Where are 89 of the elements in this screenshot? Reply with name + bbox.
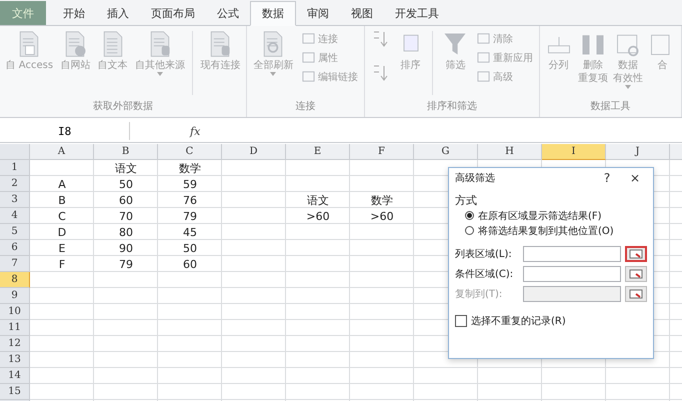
row-header[interactable]: 2 [0,176,30,192]
row-header[interactable]: 1 [0,160,30,176]
row-header[interactable]: 15 [0,384,30,400]
table-cell-text: E [58,240,66,256]
ribbon-tab[interactable]: 视图 [340,1,384,25]
range-select-button[interactable] [625,266,647,282]
range-field[interactable] [523,246,621,262]
table-cell-text: C [57,208,67,224]
table-cell-text: B [57,192,67,208]
radio-label: 在原有区域显示筛选结果(F) [478,210,602,222]
column-header[interactable]: G [414,144,478,160]
range-field[interactable] [523,266,621,282]
group-label: 排序和筛选 [426,100,478,114]
small-tool-icon [302,51,315,64]
checkbox-label: 选择不重复的记录(R) [471,314,566,328]
table-cell-text: 79 [182,208,198,224]
table-cell-text: >60 [305,208,331,224]
table-cell-text: 50 [118,176,134,192]
column-header[interactable]: C [158,144,222,160]
range-picker-icon [629,269,643,279]
row-header[interactable]: 12 [0,336,30,352]
name-box[interactable]: I8 [0,122,130,140]
table-cell-text: 76 [182,192,198,208]
function-label[interactable]: fx [190,124,200,138]
table-cell-text: 59 [182,176,198,192]
row-header[interactable]: 8 [0,272,30,288]
radio-button[interactable] [465,211,474,220]
table-cell-text: 50 [182,240,198,256]
column-header[interactable]: D [222,144,286,160]
range-picker-icon [629,289,643,299]
field-label: 复制到(T): [455,288,504,301]
close-button[interactable]: × [623,171,647,185]
table-cell-text: 80 [118,224,134,240]
row-header[interactable]: 5 [0,224,30,240]
table-cell-text: 60 [182,256,198,272]
column-header[interactable]: J [606,144,670,160]
range-select-button[interactable] [625,246,647,262]
column-header[interactable]: H [478,144,542,160]
help-button[interactable]: ? [595,171,619,185]
column-header[interactable]: B [94,144,158,160]
group-label: 获取外部数据 [92,100,154,114]
table-cell-text: >60 [369,208,395,224]
ribbon-tab[interactable]: 数据 [250,1,296,26]
section-label: 方式 [455,193,478,208]
radio-button[interactable] [465,226,474,235]
table-cell-text: F [58,256,66,272]
table-cell-text: 90 [118,240,134,256]
row-header[interactable]: 13 [0,352,30,368]
table-cell-text: 语文 [306,192,330,208]
column-header[interactable]: F [350,144,414,160]
column-header[interactable]: E [286,144,350,160]
group-label: 连接 [294,100,316,114]
small-tool-icon [302,70,315,83]
column-header[interactable]: I [542,144,606,160]
table-cell-text: A [57,176,67,192]
ribbon-tab[interactable]: 审阅 [296,1,340,25]
dialog-title: 高级筛选 [455,172,496,185]
field-label: 列表区域(L): [455,248,513,261]
table-cell-text: D [56,224,68,240]
small-tool-icon [477,70,490,83]
checkbox[interactable] [455,315,467,327]
table-cell-text: 45 [182,224,198,240]
row-header[interactable]: 10 [0,304,30,320]
row-header[interactable]: 6 [0,240,30,256]
radio-label: 将筛选结果复制到其他位置(O) [478,224,614,238]
small-tool-icon [477,32,490,45]
ribbon-tab[interactable]: 页面布局 [140,1,206,25]
small-tool-icon [477,51,490,64]
ribbon-tab[interactable]: 开发工具 [384,1,450,25]
row-header[interactable]: 7 [0,256,30,272]
table-cell-text: 79 [118,256,134,272]
row-header[interactable]: 4 [0,208,30,224]
table-cell-text: 数学 [178,160,202,176]
group-label: 数据工具 [590,100,632,114]
table-cell-text: 60 [118,192,134,208]
row-header[interactable]: 9 [0,288,30,304]
ribbon-tab[interactable]: 开始 [52,1,96,25]
table-cell-text: 语文 [114,160,138,176]
table-cell-text: 70 [118,208,134,224]
table-cell-text: 数学 [370,192,394,208]
small-tool-icon [302,32,315,45]
row-header[interactable]: 11 [0,320,30,336]
row-header[interactable]: 3 [0,192,30,208]
ribbon-tab[interactable]: 插入 [96,1,140,25]
range-picker-icon [629,249,643,259]
field-label: 条件区域(C): [455,268,514,281]
column-header[interactable]: A [30,144,94,160]
row-header[interactable]: 14 [0,368,30,384]
ribbon-tab[interactable]: 公式 [206,1,250,25]
